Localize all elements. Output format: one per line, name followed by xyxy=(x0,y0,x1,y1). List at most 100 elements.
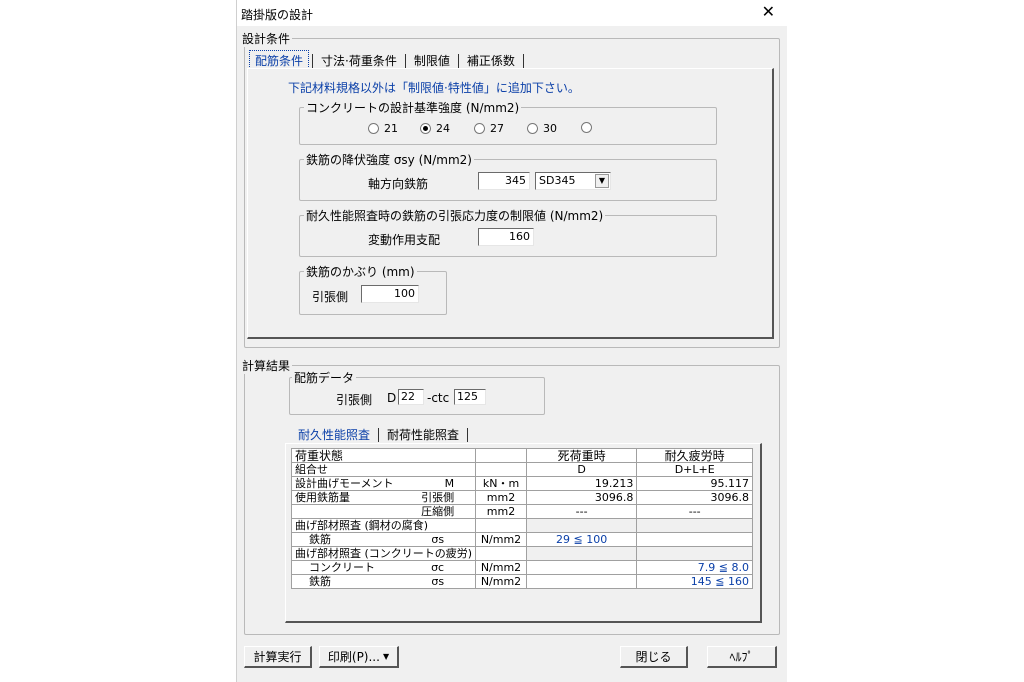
result-tabs: 耐久性能照査 耐荷性能照査 xyxy=(293,425,471,444)
chevron-down-icon: ▼ xyxy=(382,652,390,661)
concrete-strength-label: コンクリートの設計基準強度 (N/mm2) xyxy=(304,99,522,116)
rebar-cover-label: 鉄筋のかぶり (mm) xyxy=(304,263,417,280)
table-cell: 設計曲げモーメント M xyxy=(290,476,477,491)
material-note: 下記材料規格以外は「制限値·特性値」に追加下さい。 xyxy=(288,81,580,95)
table-cell xyxy=(525,546,638,561)
table-row: 設計曲げモーメント M kN・m 19.213 95.117 xyxy=(290,476,753,491)
yield-strength-label: 鉄筋の降伏強度 σsy (N/mm2) xyxy=(304,151,474,168)
chevron-down-icon[interactable]: ▼ xyxy=(595,174,609,188)
table-row: コンクリート σc N/mm2 7.9 ≦ 8.0 xyxy=(290,560,753,575)
table-cell xyxy=(525,574,638,589)
table-row: 使用鉄筋量 引張側 mm2 3096.8 3096.8 xyxy=(290,490,753,505)
title-bar: 踏掛版の設計 ✕ xyxy=(237,0,787,26)
table-cell: 145 ≦ 160 xyxy=(636,574,753,589)
results-table: 荷重状態 死荷重時 耐久疲労時 組合せ D D+L+E 設計曲げモーメント M k… xyxy=(290,448,753,589)
table-cell xyxy=(525,560,638,575)
table-row: 鉄筋 σs N/mm2 29 ≦ 100 xyxy=(290,532,753,547)
table-row: 曲げ部材照査 (コンクリートの疲労) xyxy=(290,546,753,561)
table-cell: 耐久疲労時 xyxy=(636,448,753,463)
table-cell: 29 ≦ 100 xyxy=(525,532,638,547)
table-row: 鉄筋 σs N/mm2 145 ≦ 160 xyxy=(290,574,753,589)
cover-tension-input[interactable]: 100 xyxy=(361,285,419,303)
durability-limit-label: 耐久性能照査時の鉄筋の引張応力度の制限値 (N/mm2) xyxy=(304,207,606,224)
help-button[interactable]: ﾍﾙﾌﾟ xyxy=(707,646,777,668)
rebar-ctc-label: -ctc xyxy=(427,391,450,405)
radio-circle-icon xyxy=(581,122,592,133)
table-cell: 3096.8 xyxy=(525,490,638,505)
radio-concrete-24[interactable]: 24 xyxy=(420,122,450,135)
radio-circle-icon xyxy=(368,123,379,134)
print-button[interactable]: 印刷(P)... ▼ xyxy=(319,646,399,668)
close-button[interactable]: 閉じる xyxy=(620,646,688,668)
table-cell xyxy=(636,546,753,561)
dialog-window: 踏掛版の設計 ✕ 設計条件 配筋条件 寸法·荷重条件 制限値 補正係数 下記材料… xyxy=(236,0,787,682)
cover-tension-label: 引張側 xyxy=(312,290,349,304)
axial-rebar-label: 軸方向鉄筋 xyxy=(368,177,429,191)
table-cell: 3096.8 xyxy=(636,490,753,505)
radio-concrete-21[interactable]: 21 xyxy=(368,122,398,135)
table-cell: mm2 xyxy=(475,490,527,505)
table-cell: --- xyxy=(525,504,638,519)
table-cell: 95.117 xyxy=(636,476,753,491)
radio-concrete-30[interactable]: 30 xyxy=(527,122,557,135)
table-cell: コンクリート σc xyxy=(290,560,477,575)
table-cell: 鉄筋 σs xyxy=(290,532,477,547)
table-cell xyxy=(475,546,527,561)
variable-action-input[interactable]: 160 xyxy=(478,228,534,246)
variable-action-label: 変動作用支配 xyxy=(368,233,441,247)
tab-separator xyxy=(457,53,459,68)
rebar-conditions-panel: 下記材料規格以外は「制限値·特性値」に追加下さい。 コンクリートの設計基準強度 … xyxy=(247,68,774,339)
table-cell: 曲げ部材照査 (コンクリートの疲労) xyxy=(290,546,477,561)
table-cell: 鉄筋 σs xyxy=(290,574,477,589)
table-cell: D xyxy=(525,462,638,477)
table-row: 荷重状態 死荷重時 耐久疲労時 xyxy=(290,448,753,463)
table-cell xyxy=(475,448,527,463)
durability-check-panel: 荷重状態 死荷重時 耐久疲労時 組合せ D D+L+E 設計曲げモーメント M k… xyxy=(285,443,762,623)
tab-separator xyxy=(404,53,406,68)
table-cell: N/mm2 xyxy=(475,532,527,547)
radio-circle-icon xyxy=(474,123,485,134)
radio-checked-icon xyxy=(420,123,431,134)
table-cell: 曲げ部材照査 (鋼材の腐食) xyxy=(290,518,477,533)
rebar-ctc-field: 125 xyxy=(454,389,486,405)
tab-durability-check[interactable]: 耐久性能照査 xyxy=(293,425,375,444)
design-conditions-label: 設計条件 xyxy=(240,30,293,47)
radio-concrete-27[interactable]: 27 xyxy=(474,122,504,135)
table-cell xyxy=(525,518,638,533)
table-row: 組合せ D D+L+E xyxy=(290,462,753,477)
table-cell xyxy=(636,532,753,547)
table-cell xyxy=(475,518,527,533)
calc-results-label: 計算結果 xyxy=(240,357,293,374)
table-cell: 組合せ xyxy=(290,462,477,477)
table-cell: mm2 xyxy=(475,504,527,519)
window-title: 踏掛版の設計 xyxy=(241,8,314,22)
table-cell: D+L+E xyxy=(636,462,753,477)
tab-separator xyxy=(312,53,314,68)
radio-concrete-other[interactable] xyxy=(581,122,597,133)
table-cell: 圧縮側 xyxy=(290,504,477,519)
table-row: 曲げ部材照査 (鋼材の腐食) xyxy=(290,518,753,533)
close-icon[interactable]: ✕ xyxy=(762,3,775,21)
table-cell xyxy=(475,462,527,477)
rebar-grade-select[interactable]: SD345 ▼ xyxy=(535,172,611,190)
calculate-button[interactable]: 計算実行 xyxy=(244,646,312,668)
tab-load-capacity-check[interactable]: 耐荷性能照査 xyxy=(382,425,464,444)
table-cell xyxy=(636,518,753,533)
radio-circle-icon xyxy=(527,123,538,134)
rebar-tension-label: 引張側 xyxy=(336,393,373,407)
rebar-d-prefix: D xyxy=(387,391,397,405)
table-row: 圧縮側 mm2 --- --- xyxy=(290,504,753,519)
tab-separator xyxy=(378,427,380,442)
axial-rebar-input[interactable]: 345 xyxy=(478,172,530,190)
table-cell: kN・m xyxy=(475,476,527,491)
table-cell: N/mm2 xyxy=(475,574,527,589)
table-cell: 使用鉄筋量 引張側 xyxy=(290,490,477,505)
tab-separator xyxy=(522,53,524,68)
table-cell: 死荷重時 xyxy=(525,448,638,463)
table-cell: --- xyxy=(636,504,753,519)
tab-separator xyxy=(467,427,469,442)
table-cell: 19.213 xyxy=(525,476,638,491)
table-cell: N/mm2 xyxy=(475,560,527,575)
rebar-diameter-field: 22 xyxy=(398,389,424,405)
rebar-data-label: 配筋データ xyxy=(292,369,357,386)
